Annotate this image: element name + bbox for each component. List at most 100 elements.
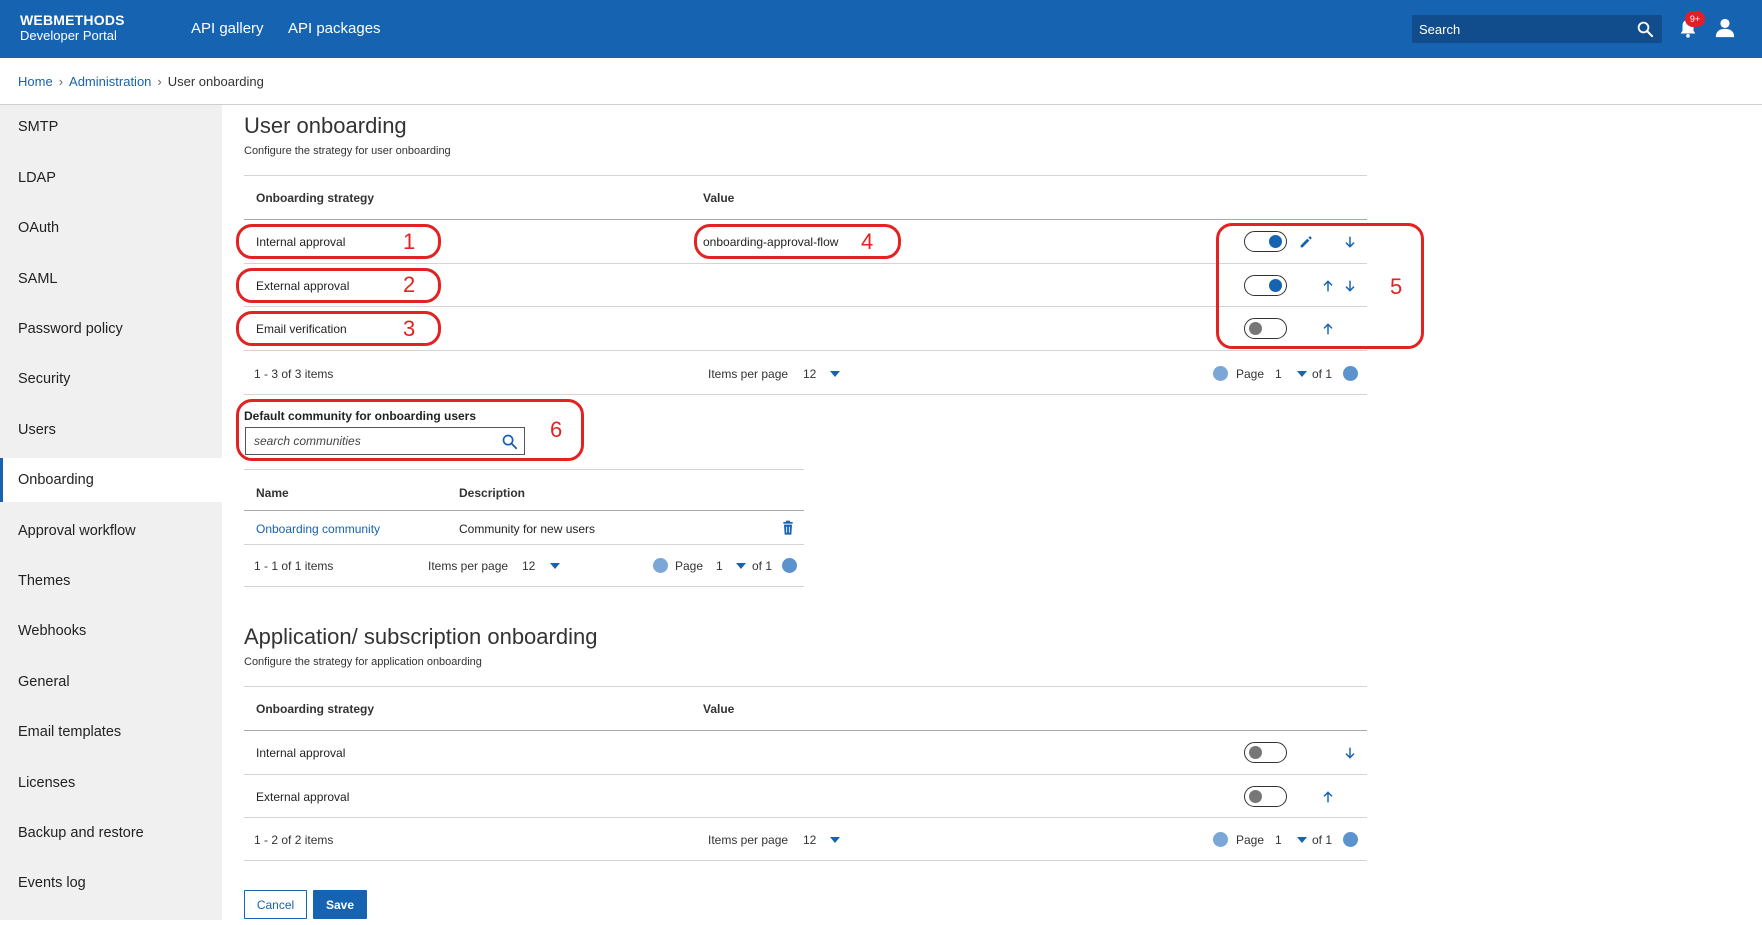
page-number[interactable]: 1 [1275, 833, 1282, 847]
annotation-number-2: 2 [403, 272, 416, 297]
breadcrumb: Home › Administration › User onboarding [18, 74, 264, 89]
page-select-caret-icon[interactable] [736, 563, 746, 569]
sidebar-item-onboarding[interactable]: Onboarding [0, 458, 222, 502]
toggle-knob [1249, 322, 1262, 335]
next-page-icon[interactable] [1343, 366, 1358, 381]
sidebar-item-themes[interactable]: Themes [0, 559, 222, 603]
logo-subtitle: Developer Portal [20, 28, 117, 43]
sidebar-item-general[interactable]: General [0, 660, 222, 704]
user-onboarding-title: User onboarding [244, 113, 407, 138]
top-header: WEBMETHODS Developer Portal API gallery … [0, 0, 1762, 58]
prev-page-icon[interactable] [1213, 366, 1228, 381]
trash-icon[interactable] [780, 520, 796, 536]
annotation-number-6: 6 [550, 417, 563, 442]
community-search-input[interactable] [246, 428, 491, 454]
page-total: of 1 [1312, 833, 1333, 847]
page-total: of 1 [752, 559, 773, 573]
sidebar-item-approval-workflow[interactable]: Approval workflow [0, 509, 222, 553]
sidebar-item-oauth[interactable]: OAuth [0, 206, 222, 250]
sidebar-item-email-templates[interactable]: Email templates [0, 710, 222, 754]
pager-summary: 1 - 2 of 2 items [254, 833, 334, 847]
page-label: Page [1236, 367, 1265, 381]
nav-api-packages[interactable]: API packages [288, 20, 381, 37]
toggle-internal-approval[interactable] [1244, 231, 1287, 252]
prev-page-icon[interactable] [1213, 832, 1228, 847]
sidebar-item-smtp[interactable]: SMTP [0, 105, 222, 149]
toggle-app-external-approval[interactable] [1244, 786, 1287, 807]
items-per-page-value[interactable]: 12 [803, 833, 816, 847]
breadcrumb-separator-icon: › [157, 74, 162, 89]
items-per-page-caret-icon[interactable] [830, 371, 840, 377]
logo-title: WEBMETHODS [20, 12, 125, 28]
user-onboarding-subtitle: Configure the strategy for user onboardi… [244, 145, 451, 157]
next-page-icon[interactable] [1343, 832, 1358, 847]
breadcrumb-home[interactable]: Home [18, 74, 53, 89]
default-community-label: Default community for onboarding users [244, 409, 477, 423]
arrow-up-icon[interactable] [1320, 321, 1336, 337]
table-row-divider [244, 544, 804, 545]
col-onboarding-strategy: Onboarding strategy [256, 191, 375, 205]
community-description: Community for new users [459, 522, 596, 536]
annotation-number-4: 4 [861, 229, 874, 254]
arrow-down-icon[interactable] [1342, 278, 1358, 294]
sidebar-item-licenses[interactable]: Licenses [0, 761, 222, 805]
items-per-page-label: Items per page [428, 559, 509, 573]
col-value: Value [703, 702, 735, 716]
sidebar-item-ldap[interactable]: LDAP [0, 156, 222, 200]
arrow-up-icon[interactable] [1320, 278, 1336, 294]
sidebar-item-backup-and-restore[interactable]: Backup and restore [0, 811, 222, 855]
logo[interactable]: WEBMETHODS Developer Portal [20, 13, 125, 42]
items-per-page-label: Items per page [708, 367, 789, 381]
prev-page-icon[interactable] [653, 558, 668, 573]
table-header-divider [244, 510, 804, 511]
page-total: of 1 [1312, 367, 1333, 381]
items-per-page-value[interactable]: 12 [522, 559, 535, 573]
page-select-caret-icon[interactable] [1297, 837, 1307, 843]
admin-sidebar: SMTP LDAP OAuth SAML Password policy Sec… [0, 105, 222, 920]
table-divider [244, 394, 1367, 395]
arrow-down-icon[interactable] [1342, 234, 1358, 250]
breadcrumb-administration[interactable]: Administration [69, 74, 151, 89]
table-row-divider [244, 774, 1367, 775]
page-label: Page [675, 559, 704, 573]
toggle-email-verification[interactable] [1244, 318, 1287, 339]
table-row-divider [244, 263, 1367, 264]
breadcrumb-separator-icon: › [58, 74, 64, 89]
annotation-number-3: 3 [403, 316, 416, 341]
community-name-link[interactable]: Onboarding community [256, 522, 380, 536]
arrow-up-icon[interactable] [1320, 789, 1336, 805]
toggle-app-internal-approval[interactable] [1244, 742, 1287, 763]
items-per-page-caret-icon[interactable] [830, 837, 840, 843]
toggle-external-approval[interactable] [1244, 275, 1287, 296]
sidebar-item-users[interactable]: Users [0, 408, 222, 452]
edit-pencil-icon[interactable] [1298, 234, 1314, 250]
arrow-down-icon[interactable] [1342, 745, 1358, 761]
app-onboarding-subtitle: Configure the strategy for application o… [244, 656, 482, 668]
strategy-external-approval: External approval [256, 279, 350, 293]
table-header-divider [244, 730, 1367, 731]
nav-api-gallery[interactable]: API gallery [191, 20, 264, 37]
user-profile-icon[interactable] [1714, 17, 1736, 39]
sidebar-item-security[interactable]: Security [0, 357, 222, 401]
page-select-caret-icon[interactable] [1297, 371, 1307, 377]
page-number[interactable]: 1 [1275, 367, 1282, 381]
table-header-divider [244, 219, 1367, 220]
table-divider [244, 175, 1367, 176]
header-search [1412, 15, 1662, 43]
cancel-button[interactable]: Cancel [244, 890, 307, 919]
items-per-page-value[interactable]: 12 [803, 367, 816, 381]
table-divider [244, 860, 1367, 861]
sidebar-item-webhooks[interactable]: Webhooks [0, 609, 222, 653]
save-button[interactable]: Save [313, 890, 367, 919]
search-icon[interactable] [501, 433, 518, 450]
page-label: Page [1236, 833, 1265, 847]
next-page-icon[interactable] [782, 558, 797, 573]
table-row-divider [244, 817, 1367, 818]
page-number[interactable]: 1 [716, 559, 723, 573]
header-search-input[interactable] [1412, 15, 1632, 43]
sidebar-item-password-policy[interactable]: Password policy [0, 307, 222, 351]
sidebar-item-events-log[interactable]: Events log [0, 861, 222, 905]
items-per-page-caret-icon[interactable] [550, 563, 560, 569]
sidebar-item-saml[interactable]: SAML [0, 257, 222, 301]
search-icon[interactable] [1636, 20, 1654, 38]
